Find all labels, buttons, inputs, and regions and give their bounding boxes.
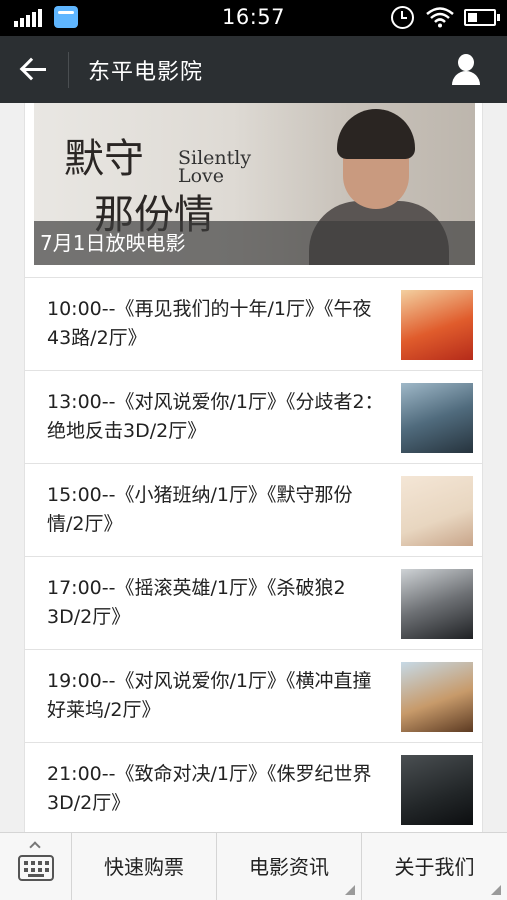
back-button[interactable]: [14, 52, 54, 88]
status-bar: 16:57: [0, 0, 507, 36]
movie-poster-image: [401, 290, 473, 360]
alarm-icon: [391, 6, 414, 29]
showtime-text: 19:00--《对风说爱你/1厅》《横冲直撞好莱坞/2厅》: [47, 670, 372, 721]
showtime-list: 10:00--《再见我们的十年/1厅》《午夜43路/2厅》 13:00--《对风…: [25, 277, 482, 832]
banner-title-cn-line1: 默守: [64, 136, 144, 182]
movie-poster-image: [401, 755, 473, 825]
showtime-text: 21:00--《致命对决/1厅》《侏罗纪世界3D/2厅》: [47, 763, 372, 814]
header-divider: [68, 52, 69, 88]
list-item[interactable]: 13:00--《对风说爱你/1厅》《分歧者2：绝地反击3D/2厅》: [25, 370, 482, 463]
movie-poster-image: [401, 662, 473, 732]
menu-tab-label: 电影资讯: [249, 855, 329, 879]
caret-up-icon: [29, 841, 41, 853]
page-title: 东平电影院: [88, 60, 204, 85]
keyboard-icon: [18, 855, 54, 881]
list-item[interactable]: 19:00--《对风说爱你/1厅》《横冲直撞好莱坞/2厅》: [25, 649, 482, 742]
submenu-indicator-icon: [345, 885, 355, 895]
banner-title-en: Silently Love: [178, 149, 251, 187]
movie-poster-image: [401, 569, 473, 639]
movie-poster-image: [401, 476, 473, 546]
menu-tab-label: 关于我们: [394, 855, 475, 879]
list-item[interactable]: 21:00--《致命对决/1厅》《侏罗纪世界3D/2厅》: [25, 742, 482, 832]
showtime-text: 10:00--《再见我们的十年/1厅》《午夜43路/2厅》: [47, 298, 372, 349]
movie-poster-image: [401, 383, 473, 453]
showtime-text: 17:00--《摇滚英雄/1厅》《杀破狼2 3D/2厅》: [47, 577, 346, 628]
list-item[interactable]: 10:00--《再见我们的十年/1厅》《午夜43路/2厅》: [25, 277, 482, 370]
wifi-icon: [426, 7, 454, 28]
battery-icon: [464, 9, 500, 26]
content-panel: 默守 那份情 Silently Love 7月1日放映电影 10:00--《再见…: [24, 103, 483, 832]
menu-tab-label: 快速购票: [104, 855, 184, 879]
keyboard-toggle-button[interactable]: [0, 833, 72, 900]
header-bar: 东平电影院: [0, 36, 507, 103]
showtime-text: 15:00--《小猪班纳/1厅》《默守那份情/2厅》: [47, 484, 353, 535]
profile-button[interactable]: [448, 52, 488, 88]
menu-tab-quick-ticket[interactable]: 快速购票: [72, 833, 217, 900]
menu-tab-movie-news[interactable]: 电影资讯: [217, 833, 362, 900]
menu-tab-about-us[interactable]: 关于我们: [362, 833, 507, 900]
banner-title-en-line2: Love: [178, 165, 225, 187]
list-item[interactable]: 15:00--《小猪班纳/1厅》《默守那份情/2厅》: [25, 463, 482, 556]
bottom-menu-bar: 快速购票 电影资讯 关于我们: [0, 832, 507, 900]
movie-banner[interactable]: 默守 那份情 Silently Love 7月1日放映电影: [34, 103, 475, 265]
submenu-indicator-icon: [491, 885, 501, 895]
banner-caption: 7月1日放映电影: [34, 221, 475, 265]
showtime-text: 13:00--《对风说爱你/1厅》《分歧者2：绝地反击3D/2厅》: [47, 391, 384, 442]
list-item[interactable]: 17:00--《摇滚英雄/1厅》《杀破狼2 3D/2厅》: [25, 556, 482, 649]
